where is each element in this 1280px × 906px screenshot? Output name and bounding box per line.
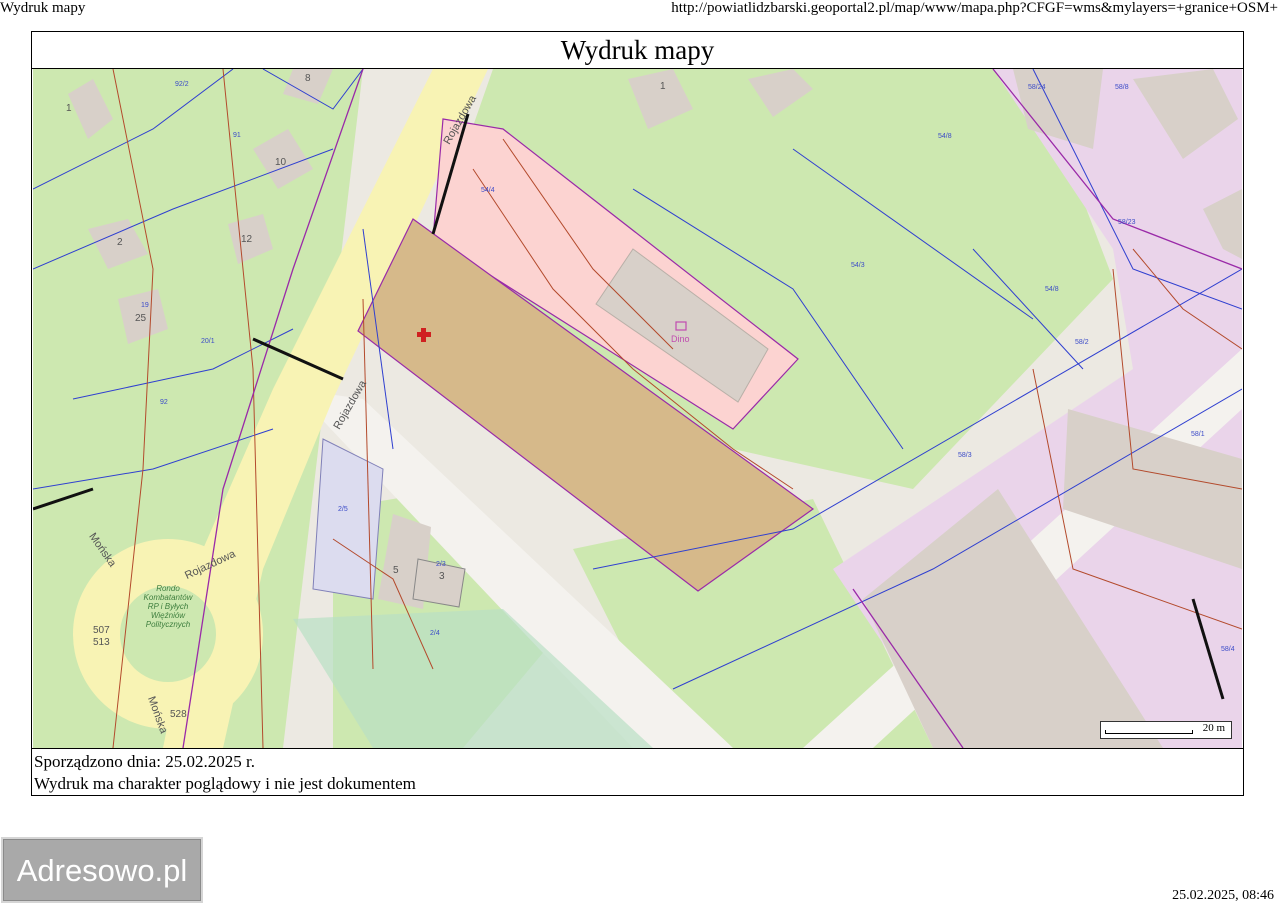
footer: Sporządzono dnia: 25.02.2025 r. Wydruk m…: [32, 748, 1243, 796]
building-number: 25: [135, 313, 147, 324]
parcel-label: 2/4: [430, 630, 440, 637]
header-url: http://powiatlidzbarski.geoportal2.pl/ma…: [671, 0, 1278, 16]
map-canvas: [33, 69, 1242, 748]
logo-text: Adresowo.pl: [16, 853, 188, 888]
building-number: 8: [305, 73, 311, 84]
building-number: 10: [275, 157, 287, 168]
parcel-label: 58/1: [1191, 431, 1205, 438]
parcel-label: 507: [93, 625, 110, 636]
print-frame: Wydruk mapy Rojazdowa Rojazdowa Rojazdow…: [31, 31, 1244, 796]
scale-label: 20 m: [1202, 722, 1225, 734]
building-number: 1: [66, 103, 72, 114]
building-number: 1: [660, 81, 666, 92]
parcel-label: 58/8: [1115, 84, 1129, 91]
parcel-label: 54/8: [938, 133, 952, 140]
footer-date: Sporządzono dnia: 25.02.2025 r.: [34, 752, 255, 771]
parcel-label: 513: [93, 637, 110, 648]
parcel-label: 58/2: [1075, 339, 1089, 346]
building-number: 2: [117, 237, 123, 248]
parcel-label: 58/23: [1118, 219, 1136, 226]
parcel-label: 2/3: [436, 561, 446, 568]
building-number: 3: [439, 571, 445, 582]
parcel-label: 54/3: [851, 262, 865, 269]
map-view[interactable]: Rojazdowa Rojazdowa Rojazdowa Mońska Moń…: [33, 69, 1242, 748]
parcel-label: 58/24: [1028, 84, 1046, 91]
print-timestamp: 25.02.2025, 08:46: [1172, 888, 1274, 903]
parcel-label: 528: [170, 709, 187, 720]
footer-disclaimer: Wydruk ma charakter poglądowy i nie jest…: [34, 774, 416, 793]
parcel-label: 92/2: [175, 81, 189, 88]
parcel-label: 54/4: [481, 187, 495, 194]
building-number: 5: [393, 565, 399, 576]
roundabout-label: Rondo Kombatantów RP i Byłych Więźniów P…: [143, 584, 193, 629]
shop-label: Dino: [671, 334, 690, 344]
parcel-label: 92: [160, 399, 168, 406]
parcel-label: 58/4: [1221, 646, 1235, 653]
parcel-label: 58/3: [958, 452, 972, 459]
header-title: Wydruk mapy: [0, 0, 86, 16]
building-number: 12: [241, 234, 253, 245]
parcel-label: 2/5: [338, 506, 348, 513]
map-title: Wydruk mapy: [32, 32, 1243, 69]
adresowo-logo[interactable]: Adresowo.pl: [1, 837, 203, 903]
scale-bar: 20 m: [1100, 721, 1232, 739]
parcel-label: 91: [233, 132, 241, 139]
parcel-label: 54/8: [1045, 286, 1059, 293]
parcel-label: 19: [141, 302, 149, 309]
parcel-label: 20/1: [201, 338, 215, 345]
